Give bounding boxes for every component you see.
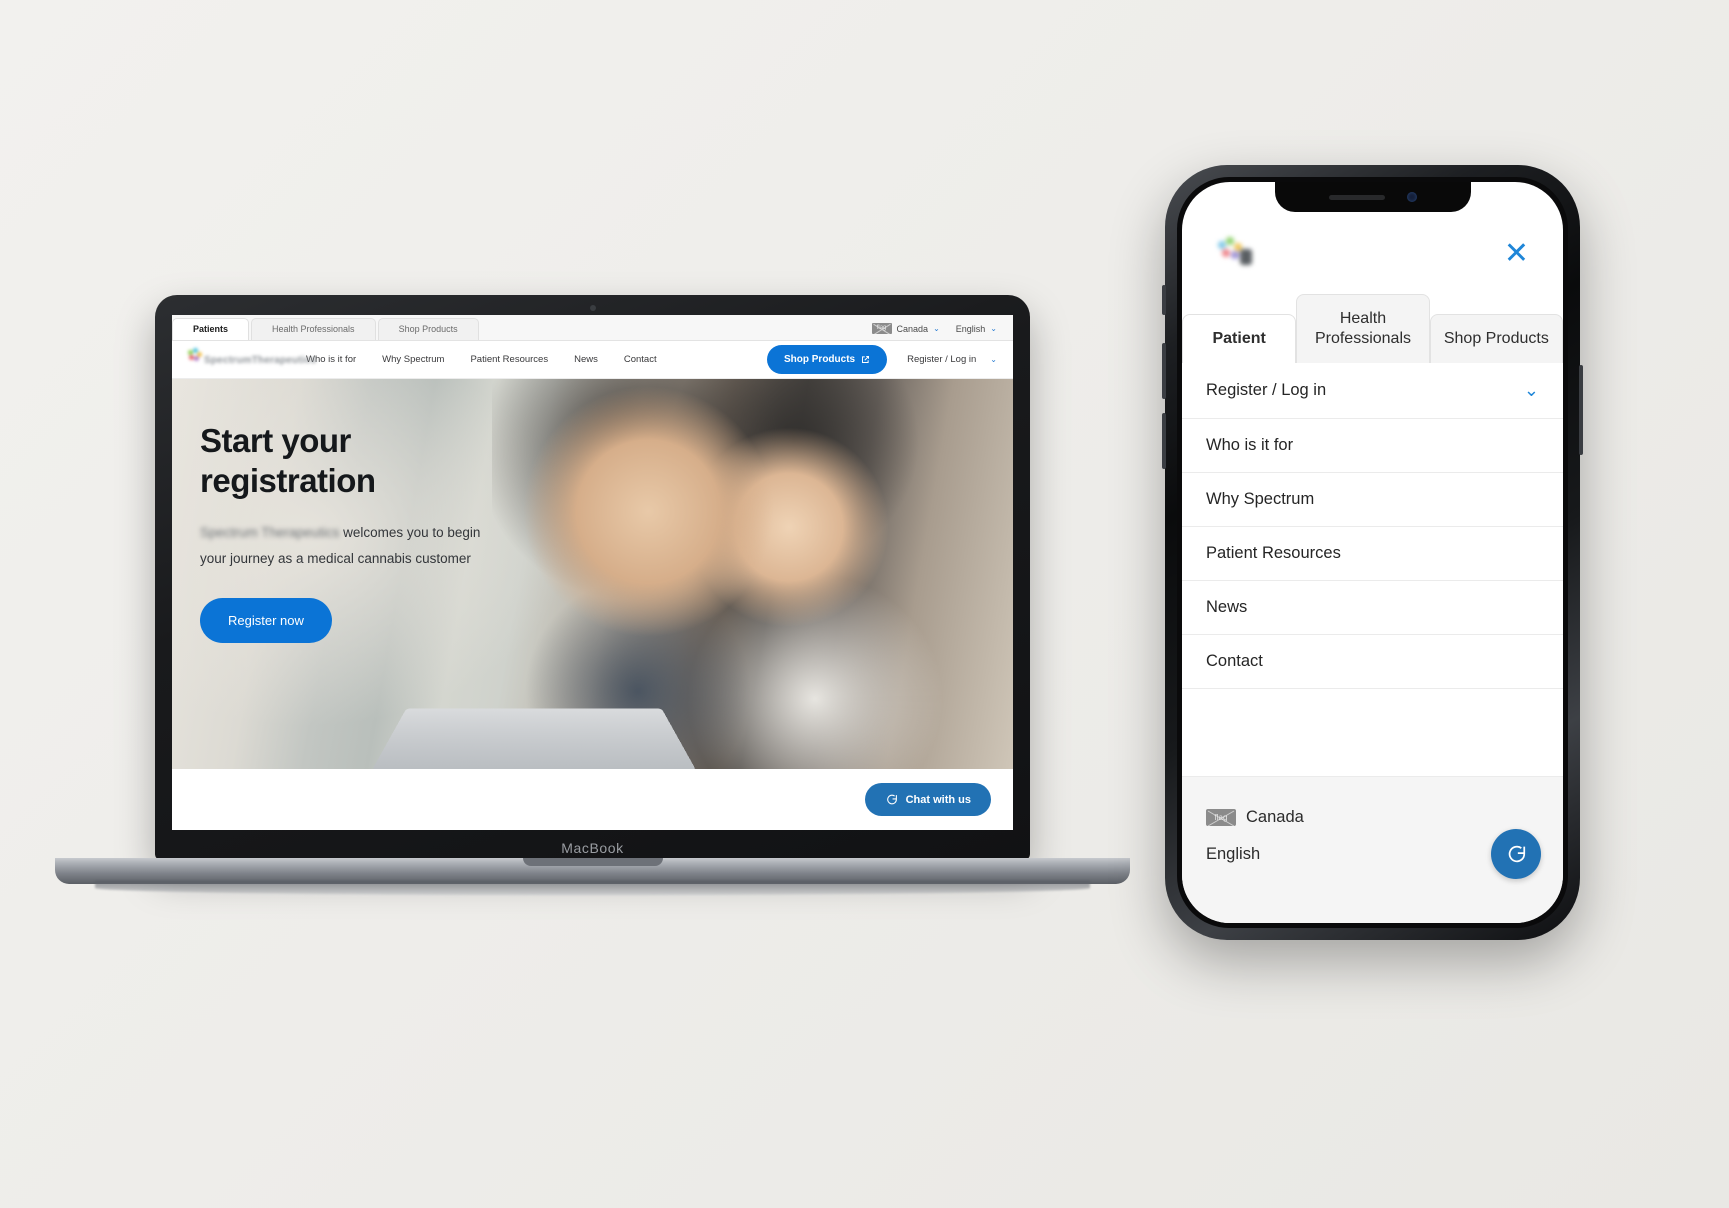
mobile-menu-label: News: [1206, 598, 1248, 616]
site-main-navbar: SpectrumTherapeutics Who is it for Why S…: [172, 341, 1013, 379]
nav-link-why-spectrum[interactable]: Why Spectrum: [382, 354, 444, 365]
brand-logo[interactable]: SpectrumTherapeutics: [188, 347, 316, 371]
audience-tab-patients[interactable]: Patients: [172, 318, 250, 340]
macbook-device: Patients Health Professionals Shop Produ…: [55, 295, 1130, 915]
nav-link-contact[interactable]: Contact: [624, 354, 657, 365]
register-login-label: Register / Log in: [907, 354, 977, 365]
webcam-icon: [589, 305, 596, 311]
iphone-device: ✕ Patient Health Professionals Shop Prod…: [1162, 165, 1583, 940]
locale-selectors: flag Canada ⌄ English ⌄: [871, 323, 1013, 340]
shop-products-label: Shop Products: [783, 354, 856, 365]
front-camera-icon: [1406, 192, 1417, 202]
site-audience-tabbar: Patients Health Professionals Shop Produ…: [172, 315, 1013, 341]
earpiece-speaker-icon: [1328, 194, 1385, 200]
iphone-bezel: ✕ Patient Health Professionals Shop Prod…: [1177, 177, 1568, 928]
mobile-tab-health-professionals[interactable]: Health Professionals: [1296, 294, 1430, 363]
volume-up-button[interactable]: [1162, 343, 1166, 399]
mobile-menu-item-contact[interactable]: Contact: [1182, 635, 1563, 689]
macbook-base-shadow: [95, 881, 1090, 895]
chat-bubble-icon: [886, 794, 897, 805]
mobile-country-selector[interactable]: flag Canada: [1206, 799, 1539, 836]
mobile-menu-item-why-spectrum[interactable]: Why Spectrum: [1182, 473, 1563, 527]
macbook-label: MacBook: [561, 840, 624, 856]
close-icon[interactable]: ✕: [1504, 239, 1529, 269]
chat-with-us-label: Chat with us: [905, 793, 971, 806]
language-label: English: [955, 323, 986, 334]
hero-heading: Start your registration: [200, 421, 502, 502]
mobile-audience-tabs: Patient Health Professionals Shop Produc…: [1182, 282, 1563, 363]
macbook-screen: Patients Health Professionals Shop Produ…: [172, 315, 1013, 830]
macbook-lid: Patients Health Professionals Shop Produ…: [155, 295, 1030, 860]
flag-icon-broken: flag: [1206, 809, 1236, 826]
volume-down-button[interactable]: [1162, 413, 1166, 469]
mobile-language-selector[interactable]: English: [1206, 836, 1539, 873]
hero-heading-line2: registration: [200, 462, 376, 500]
external-link-icon: [862, 356, 870, 363]
mobile-menu-spacer: [1182, 689, 1563, 777]
notch: [1274, 182, 1471, 212]
mobile-language-label: English: [1206, 845, 1261, 863]
hero-heading-line1: Start your: [200, 422, 351, 459]
hero-section: Start your registration Spectrum Therape…: [172, 379, 1013, 769]
mobile-menu-label: Why Spectrum: [1206, 490, 1315, 508]
audience-tab-shop-products[interactable]: Shop Products: [377, 318, 479, 340]
mobile-menu-item-news[interactable]: News: [1182, 581, 1563, 635]
mobile-menu-label: Patient Resources: [1206, 544, 1341, 562]
chat-with-us-button[interactable]: Chat with us: [864, 783, 991, 816]
chevron-down-icon: ⌄: [990, 355, 997, 364]
mobile-menu-label: Contact: [1206, 652, 1263, 670]
chevron-down-icon: ⌄: [990, 324, 997, 333]
register-now-button[interactable]: Register now: [200, 598, 332, 644]
flag-icon-broken: flag: [871, 323, 892, 334]
flag-alt-text: flag: [1214, 813, 1228, 822]
iphone-frame: ✕ Patient Health Professionals Shop Prod…: [1162, 165, 1583, 940]
brand-logo-mobile[interactable]: [1216, 237, 1276, 271]
mobile-menu-item-register-login[interactable]: Register / Log in ⌄: [1182, 363, 1563, 419]
mobile-menu-item-patient-resources[interactable]: Patient Resources: [1182, 527, 1563, 581]
power-button[interactable]: [1579, 365, 1583, 455]
hero-body-brand-blurred: Spectrum Therapeutics: [200, 524, 340, 540]
mobile-menu-list: Register / Log in ⌄ Who is it for Why Sp…: [1182, 363, 1563, 777]
chevron-down-icon: ⌄: [1523, 380, 1539, 400]
mobile-country-label: Canada: [1246, 808, 1304, 826]
iphone-screen: ✕ Patient Health Professionals Shop Prod…: [1182, 182, 1563, 923]
logo-dots-icon: [188, 347, 202, 363]
nav-links: Who is it for Why Spectrum Patient Resou…: [306, 354, 657, 365]
mobile-menu-label: Who is it for: [1206, 436, 1294, 454]
country-label: Canada: [896, 323, 929, 334]
hero-photo-laptop-prop: [371, 708, 697, 769]
country-selector[interactable]: flag Canada ⌄: [871, 323, 940, 334]
silent-switch[interactable]: [1162, 285, 1166, 315]
mobile-chat-button[interactable]: [1491, 829, 1541, 879]
mobile-menu-label: Register / Log in: [1206, 381, 1327, 399]
chat-bubble-icon: [1508, 845, 1526, 863]
flag-alt-text: flag: [876, 325, 887, 331]
mobile-menu-item-who-is-it-for[interactable]: Who is it for: [1182, 419, 1563, 473]
nav-right-actions: Shop Products Register / Log in ⌄: [766, 345, 997, 374]
audience-tab-health-professionals[interactable]: Health Professionals: [251, 318, 376, 340]
chevron-down-icon: ⌄: [933, 324, 940, 333]
chat-bar: Chat with us: [172, 769, 1013, 830]
language-selector[interactable]: English ⌄: [956, 324, 997, 334]
hero-copy: Start your registration Spectrum Therape…: [172, 379, 502, 644]
hero-body: Spectrum Therapeutics welcomes you to be…: [200, 520, 500, 573]
nav-link-news[interactable]: News: [574, 354, 598, 365]
brand-wordmark: SpectrumTherapeutics: [204, 354, 317, 366]
nav-link-patient-resources[interactable]: Patient Resources: [470, 354, 548, 365]
mobile-tab-patient[interactable]: Patient: [1182, 314, 1297, 363]
register-login-menu[interactable]: Register / Log in ⌄: [907, 354, 997, 365]
mobile-tab-shop-products[interactable]: Shop Products: [1429, 314, 1563, 363]
shop-products-button[interactable]: Shop Products: [766, 345, 888, 374]
